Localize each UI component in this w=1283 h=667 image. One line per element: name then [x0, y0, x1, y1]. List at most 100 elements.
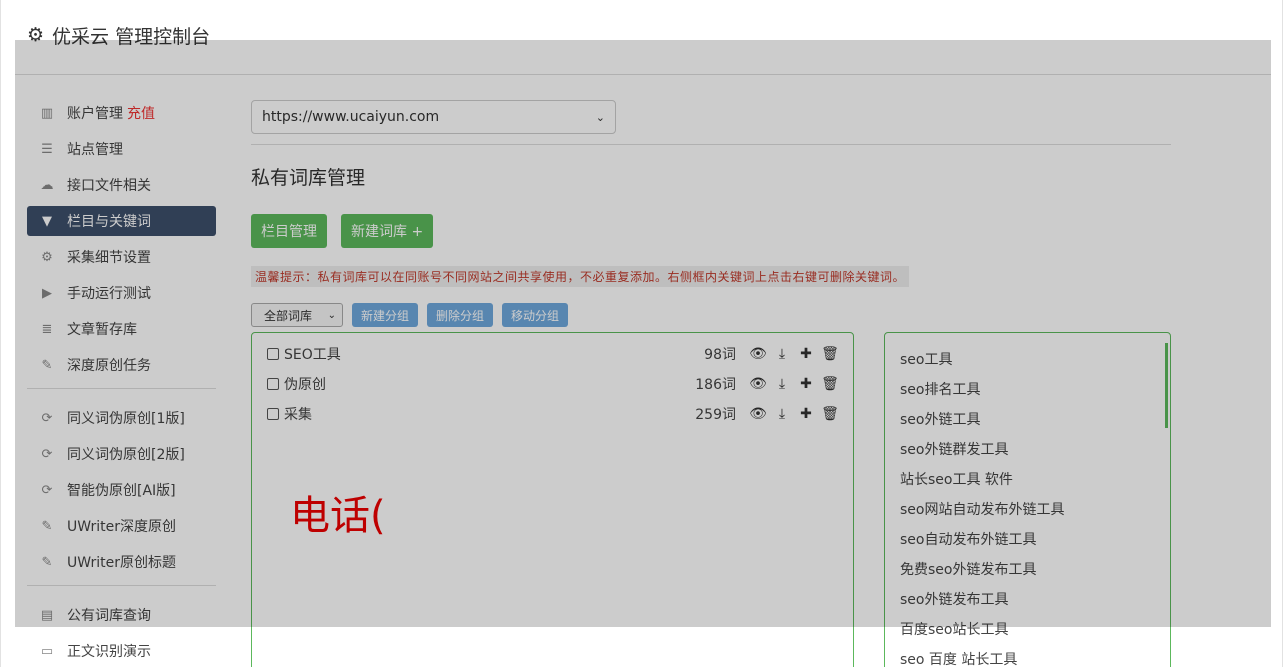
- page-title: 私有词库管理: [251, 167, 366, 189]
- keyword-item[interactable]: seo工具: [900, 349, 952, 369]
- divider: [251, 144, 1171, 145]
- sidebar-item-text-recognition[interactable]: ▭ 正文识别演示: [27, 636, 216, 666]
- keyword-item[interactable]: seo外链群发工具: [900, 439, 1008, 459]
- library-count: 259词: [695, 407, 736, 423]
- sidebar-item-public-lexicon[interactable]: ▤ 公有词库查询: [27, 600, 216, 630]
- server-icon: ☰: [41, 141, 53, 157]
- library-name[interactable]: 伪原创: [284, 374, 695, 394]
- eye-icon[interactable]: 👁: [746, 376, 770, 392]
- new-library-button[interactable]: 新建词库 +: [341, 214, 434, 248]
- keyword-item[interactable]: seo外链发布工具: [900, 589, 1008, 609]
- eye-icon[interactable]: 👁: [746, 346, 770, 362]
- keyword-item[interactable]: 百度seo站长工具: [900, 619, 1008, 639]
- sidebar-item-account[interactable]: ▥ 账户管理 充值: [27, 98, 216, 128]
- plus-icon[interactable]: ✚: [794, 376, 818, 392]
- keyword-item[interactable]: seo排名工具: [900, 379, 980, 399]
- sidebar-item-label: 账户管理: [67, 106, 123, 122]
- sidebar-item-uwriter-title[interactable]: ✎ UWriter原创标题: [27, 547, 216, 577]
- download-icon[interactable]: ⤓: [770, 406, 794, 422]
- cogs-icon: ⚙: [41, 249, 53, 265]
- list-item: 采集 259词 👁 ⤓ ✚ 🗑: [267, 403, 842, 425]
- sidebar-item-label: UWriter深度原创: [67, 519, 176, 535]
- book-icon: ▤: [40, 607, 54, 623]
- sidebar-item-categories-keywords[interactable]: ▼ 栏目与关键词: [27, 206, 216, 236]
- refresh-icon: ⟳: [41, 482, 53, 498]
- keyword-item[interactable]: seo 百度 站长工具: [900, 649, 1017, 667]
- edit-icon: ✎: [41, 554, 53, 570]
- sidebar-item-label: 文章暂存库: [67, 322, 137, 338]
- download-icon[interactable]: ⤓: [770, 346, 794, 362]
- monitor-icon: ▭: [40, 643, 54, 659]
- action-buttons: 栏目管理 新建词库 +: [251, 214, 1171, 248]
- keyword-item[interactable]: seo外链工具: [900, 409, 980, 429]
- keyword-item[interactable]: 免费seo外链发布工具: [900, 559, 1036, 579]
- sidebar-item-uwriter-deep[interactable]: ✎ UWriter深度原创: [27, 511, 216, 541]
- plus-icon[interactable]: ✚: [794, 406, 818, 422]
- sidebar-item-label: UWriter原创标题: [67, 555, 176, 571]
- sidebar-item-label: 接口文件相关: [67, 178, 151, 194]
- sidebar-item-synonym-v2[interactable]: ⟳ 同义词伪原创[2版]: [27, 439, 216, 469]
- edit-icon: ✎: [41, 518, 53, 534]
- delete-group-button[interactable]: 删除分组: [427, 303, 494, 327]
- sidebar-item-synonym-v1[interactable]: ⟳ 同义词伪原创[1版]: [27, 403, 216, 433]
- keyword-item[interactable]: seo自动发布外链工具: [900, 529, 1036, 549]
- new-group-button[interactable]: 新建分组: [352, 303, 419, 327]
- brand[interactable]: ⚙ 优采云 管理控制台: [27, 22, 210, 49]
- library-name[interactable]: 采集: [284, 404, 695, 424]
- keyword-item[interactable]: seo网站自动发布外链工具: [900, 499, 1064, 519]
- sidebar-item-deep-original[interactable]: ✎ 深度原创任务: [27, 350, 216, 380]
- trash-icon[interactable]: 🗑: [818, 376, 842, 392]
- group-controls: 全部词库 ⌄ 新建分组 删除分组 移动分组: [251, 303, 1171, 327]
- sidebar-item-label: 智能伪原创[AI版]: [67, 483, 176, 499]
- sidebar-item-api-files[interactable]: ☁ 接口文件相关: [27, 170, 216, 200]
- site-select[interactable]: https://www.ucaiyun.com ⌄: [251, 100, 616, 134]
- keyword-list-panel: seo工具 seo排名工具 seo外链工具 seo外链群发工具 站长seo工具 …: [884, 332, 1171, 667]
- category-manage-button[interactable]: 栏目管理: [251, 214, 327, 248]
- sidebar-item-label: 采集细节设置: [67, 250, 151, 266]
- cloud-upload-icon: ☁: [40, 177, 54, 193]
- library-list-panel: SEO工具 98词 👁 ⤓ ✚ 🗑 伪原创 186词 👁 ⤓ ✚ 🗑 采集 25…: [251, 332, 854, 667]
- database-icon: ≣: [41, 321, 53, 337]
- download-icon[interactable]: ⤓: [770, 376, 794, 392]
- library-count: 98词: [704, 347, 736, 363]
- sidebar-divider: [27, 388, 216, 389]
- eye-icon[interactable]: 👁: [746, 406, 770, 422]
- sidebar-item-ai-rewrite[interactable]: ⟳ 智能伪原创[AI版]: [27, 475, 216, 505]
- sidebar-item-manual-run[interactable]: ▶ 手动运行测试: [27, 278, 216, 308]
- library-checkbox[interactable]: [267, 378, 279, 390]
- list-item: SEO工具 98词 👁 ⤓ ✚ 🗑: [267, 343, 842, 365]
- refresh-icon: ⟳: [41, 446, 53, 462]
- trash-icon[interactable]: 🗑: [818, 346, 842, 362]
- scrollbar[interactable]: [1165, 343, 1168, 428]
- sidebar-item-label: 同义词伪原创[1版]: [67, 411, 185, 427]
- move-group-button[interactable]: 移动分组: [502, 303, 569, 327]
- sidebar-item-label: 公有词库查询: [67, 608, 151, 624]
- sidebar-item-label: 手动运行测试: [67, 286, 151, 302]
- keyword-item[interactable]: 站长seo工具 软件: [900, 469, 1013, 489]
- recharge-link[interactable]: 充值: [127, 103, 155, 123]
- sidebar-item-sites[interactable]: ☰ 站点管理: [27, 134, 216, 164]
- bar-chart-icon: ▥: [40, 105, 54, 121]
- group-select-value: 全部词库: [264, 308, 313, 323]
- filter-icon: ▼: [42, 213, 52, 229]
- group-select[interactable]: 全部词库 ⌄: [251, 303, 343, 327]
- chevron-down-icon: ⌄: [595, 110, 605, 124]
- list-item: 伪原创 186词 👁 ⤓ ✚ 🗑: [267, 373, 842, 395]
- app-frame: ⚙ 优采云 管理控制台 ▥ 账户管理 充值 ☰ 站点管理 ☁ 接口文件相关 ▼ …: [0, 0, 1283, 667]
- sidebar-item-article-store[interactable]: ≣ 文章暂存库: [27, 314, 216, 344]
- plus-icon[interactable]: ✚: [794, 346, 818, 362]
- warm-tip: 温馨提示：私有词库可以在同账号不同网站之间共享使用，不必重复添加。右侧框内关键词…: [251, 266, 910, 287]
- sidebar-item-label: 同义词伪原创[2版]: [67, 447, 185, 463]
- overlay-text: 电话(: [290, 493, 386, 539]
- library-name[interactable]: SEO工具: [284, 344, 704, 364]
- refresh-icon: ⟳: [41, 410, 53, 426]
- library-checkbox[interactable]: [267, 348, 279, 360]
- sidebar-divider: [27, 585, 216, 586]
- play-circle-icon: ▶: [42, 285, 52, 301]
- library-count: 186词: [695, 377, 736, 393]
- edit-icon: ✎: [41, 357, 53, 373]
- trash-icon[interactable]: 🗑: [818, 406, 842, 422]
- sidebar: ▥ 账户管理 充值 ☰ 站点管理 ☁ 接口文件相关 ▼ 栏目与关键词 ⚙ 采集细…: [27, 94, 216, 667]
- sidebar-item-collect-settings[interactable]: ⚙ 采集细节设置: [27, 242, 216, 272]
- library-checkbox[interactable]: [267, 408, 279, 420]
